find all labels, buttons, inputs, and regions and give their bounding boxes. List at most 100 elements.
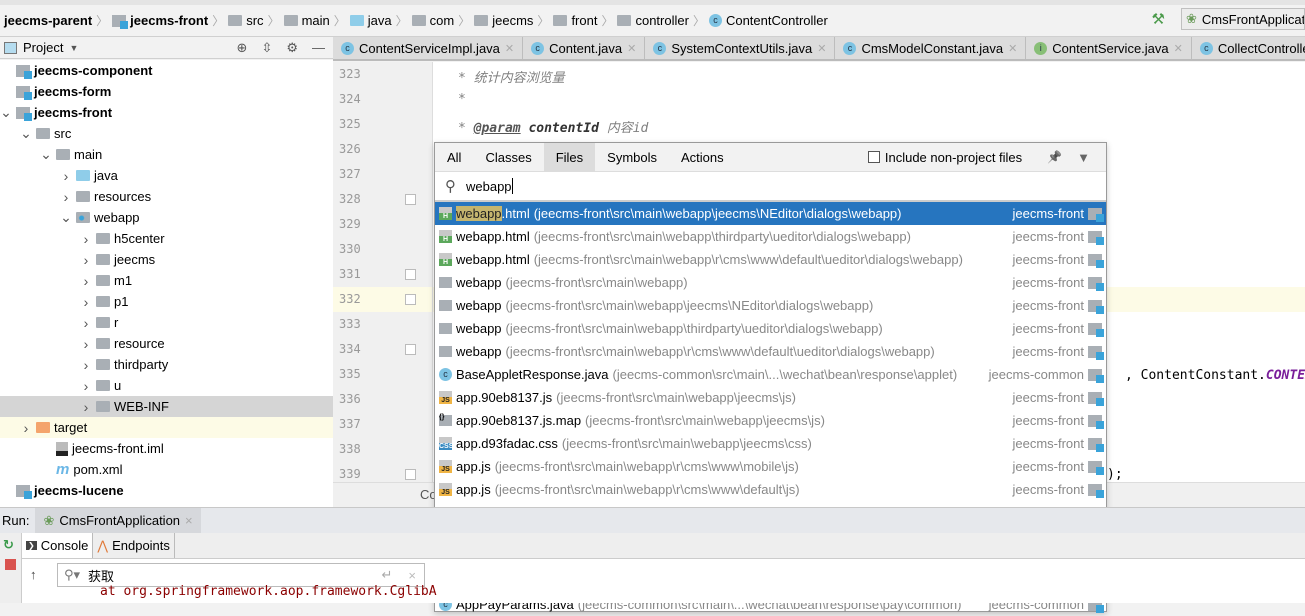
tree-item[interactable]: › java bbox=[0, 165, 333, 186]
search-result-item[interactable]: webapp (jeecms-front\src\main\webapp\thir… bbox=[435, 317, 1106, 340]
search-result-item[interactable]: c BaseAppletResponse.java (jeecms-common\s… bbox=[435, 363, 1106, 386]
collapse-all-icon[interactable]: ⇳ bbox=[261, 40, 272, 56]
breadcrumb-item[interactable]: com bbox=[408, 13, 459, 28]
editor-tab[interactable]: i ContentService.java ✕ bbox=[1026, 37, 1192, 59]
search-result-item[interactable]: Hwebapp.html (jeecms-front\src\main\webap… bbox=[435, 202, 1106, 225]
clear-icon[interactable]: × bbox=[400, 568, 424, 583]
tree-item[interactable]: › thirdparty bbox=[0, 354, 333, 375]
hide-panel-icon[interactable]: — bbox=[312, 40, 325, 56]
fold-marker-icon[interactable] bbox=[405, 194, 416, 205]
chevron-right-icon[interactable]: › bbox=[80, 273, 92, 289]
locate-icon[interactable]: ⊕ bbox=[237, 40, 248, 56]
tree-item[interactable]: m pom.xml bbox=[0, 459, 333, 480]
chevron-down-icon[interactable]: ⌄ bbox=[0, 104, 12, 121]
fold-marker-icon[interactable] bbox=[405, 344, 416, 355]
chevron-right-icon[interactable]: › bbox=[80, 294, 92, 310]
project-view-select[interactable]: Project bbox=[23, 40, 63, 55]
chevron-right-icon[interactable]: › bbox=[80, 399, 92, 415]
include-non-project-checkbox[interactable]: Include non-project files 📌 ▼ bbox=[867, 150, 1106, 165]
chevron-right-icon[interactable]: › bbox=[80, 378, 92, 394]
tab-symbols[interactable]: Symbols bbox=[595, 143, 669, 172]
tree-item[interactable]: › resource bbox=[0, 333, 333, 354]
chevron-right-icon[interactable]: › bbox=[60, 189, 72, 205]
filter-icon[interactable]: ▼ bbox=[1077, 150, 1090, 165]
search-result-item[interactable]: JS app.js (jeecms-front\src\main\webapp\r\… bbox=[435, 478, 1106, 501]
console-search-input[interactable]: 获取 bbox=[88, 566, 114, 585]
close-tab-icon[interactable]: ✕ bbox=[817, 42, 826, 55]
breadcrumb-item[interactable]: java bbox=[346, 13, 396, 28]
breadcrumb-item[interactable]: main bbox=[280, 13, 334, 28]
run-configuration-select[interactable]: ❀ CmsFrontApplication bbox=[1181, 8, 1305, 30]
search-result-item[interactable]: webapp (jeecms-front\src\main\webapp\r\cm… bbox=[435, 340, 1106, 363]
search-result-item[interactable]: JS app.90eb8137.js (jeecms-front\src\main\… bbox=[435, 386, 1106, 409]
fold-marker-icon[interactable] bbox=[405, 269, 416, 280]
search-result-item[interactable]: JS app.js (jeecms-front\src\main\webapp\r\… bbox=[435, 455, 1106, 478]
tree-item[interactable]: › h5center bbox=[0, 228, 333, 249]
tab-all[interactable]: All bbox=[435, 143, 473, 172]
gear-icon[interactable]: ⚙ bbox=[286, 40, 298, 56]
fold-marker-icon[interactable] bbox=[405, 294, 416, 305]
tree-item[interactable]: ⌄ webapp bbox=[0, 207, 333, 228]
checkbox[interactable] bbox=[867, 151, 880, 163]
editor-tab[interactable]: c Content.java ✕ bbox=[523, 37, 646, 59]
stop-icon[interactable] bbox=[5, 559, 16, 570]
tree-item[interactable]: jeecms-front.iml bbox=[0, 438, 333, 459]
chevron-down-icon[interactable]: ⌄ bbox=[20, 125, 32, 142]
tree-item[interactable]: ⌄ jeecms-front bbox=[0, 102, 333, 123]
breadcrumb-item[interactable]: src bbox=[224, 13, 267, 28]
chevron-down-icon[interactable]: ⌄ bbox=[60, 209, 72, 226]
tree-item[interactable]: › WEB-INF bbox=[0, 396, 333, 417]
chevron-right-icon[interactable]: › bbox=[80, 336, 92, 352]
editor-tab[interactable]: cCollectController.java✕ bbox=[1192, 37, 1305, 59]
tree-item[interactable]: › r bbox=[0, 312, 333, 333]
editor-tab[interactable]: c CmsModelConstant.java ✕ bbox=[835, 37, 1027, 59]
build-hammer-icon[interactable]: ⚒ bbox=[1152, 10, 1165, 28]
fold-marker-icon[interactable] bbox=[405, 469, 416, 480]
search-result-item[interactable]: Hwebapp.html (jeecms-front\src\main\webap… bbox=[435, 248, 1106, 271]
run-tab[interactable]: ❀ CmsFrontApplication × bbox=[35, 508, 201, 533]
search-field[interactable]: ⚲ webapp bbox=[435, 172, 1106, 202]
search-result-item[interactable]: webapp (jeecms-front\src\main\webapp) jeec… bbox=[435, 271, 1106, 294]
tree-item[interactable]: › m1 bbox=[0, 270, 333, 291]
tree-item[interactable]: jeecms-component bbox=[0, 60, 333, 81]
tree-item[interactable]: › u bbox=[0, 375, 333, 396]
close-tab-icon[interactable]: ✕ bbox=[1008, 42, 1017, 55]
tree-item[interactable]: jeecms-form bbox=[0, 81, 333, 102]
rerun-icon[interactable]: ↻ bbox=[0, 533, 21, 553]
close-tab-icon[interactable]: ✕ bbox=[505, 42, 514, 55]
tab-endpoints[interactable]: ⋀ Endpoints bbox=[93, 533, 175, 558]
tab-console[interactable]: ❯ Console bbox=[22, 533, 94, 558]
breadcrumb-item[interactable]: jeecms-front bbox=[108, 13, 212, 29]
search-result-item[interactable]: Hwebapp.html (jeecms-front\src\main\webap… bbox=[435, 225, 1106, 248]
tree-item[interactable]: ⌄ main bbox=[0, 144, 333, 165]
chevron-right-icon[interactable]: › bbox=[80, 315, 92, 331]
close-tab-icon[interactable]: ✕ bbox=[1174, 42, 1183, 55]
tree-item[interactable]: › resources bbox=[0, 186, 333, 207]
chevron-right-icon[interactable]: › bbox=[80, 357, 92, 373]
tab-actions[interactable]: Actions bbox=[669, 143, 736, 172]
tab-classes[interactable]: Classes bbox=[473, 143, 543, 172]
tree-item[interactable]: › p1 bbox=[0, 291, 333, 312]
tree-item[interactable]: › target bbox=[0, 417, 333, 438]
chevron-down-icon[interactable]: ▼ bbox=[69, 43, 78, 53]
search-result-item[interactable]: webapp (jeecms-front\src\main\webapp\jeec… bbox=[435, 294, 1106, 317]
scroll-up-icon[interactable]: ↑ bbox=[30, 567, 37, 582]
tree-item[interactable]: ⌄ src bbox=[0, 123, 333, 144]
chevron-right-icon[interactable]: › bbox=[80, 252, 92, 268]
breadcrumb-item[interactable]: jeecms-parent bbox=[0, 13, 96, 28]
editor-tab[interactable]: c ContentServiceImpl.java ✕ bbox=[333, 37, 524, 59]
breadcrumb-item[interactable]: front bbox=[549, 13, 601, 28]
breadcrumb-item[interactable]: jeecms bbox=[470, 13, 537, 28]
breadcrumb-item[interactable]: c ContentController bbox=[705, 13, 832, 28]
close-icon[interactable]: × bbox=[185, 513, 193, 528]
pin-icon[interactable]: 📌 bbox=[1047, 150, 1062, 164]
chevron-right-icon[interactable]: › bbox=[20, 420, 32, 436]
tree-item[interactable]: jeecms-lucene bbox=[0, 480, 333, 501]
tree-item[interactable]: › jeecms bbox=[0, 249, 333, 270]
breadcrumb-item[interactable]: controller bbox=[613, 13, 692, 28]
chevron-right-icon[interactable]: › bbox=[60, 168, 72, 184]
enter-icon[interactable]: ↵ bbox=[382, 567, 393, 583]
close-tab-icon[interactable]: ✕ bbox=[627, 42, 636, 55]
chevron-down-icon[interactable]: ⌄ bbox=[40, 146, 52, 163]
search-result-item[interactable]: {} app.90eb8137.js.map (jeecms-front\src\m… bbox=[435, 409, 1106, 432]
